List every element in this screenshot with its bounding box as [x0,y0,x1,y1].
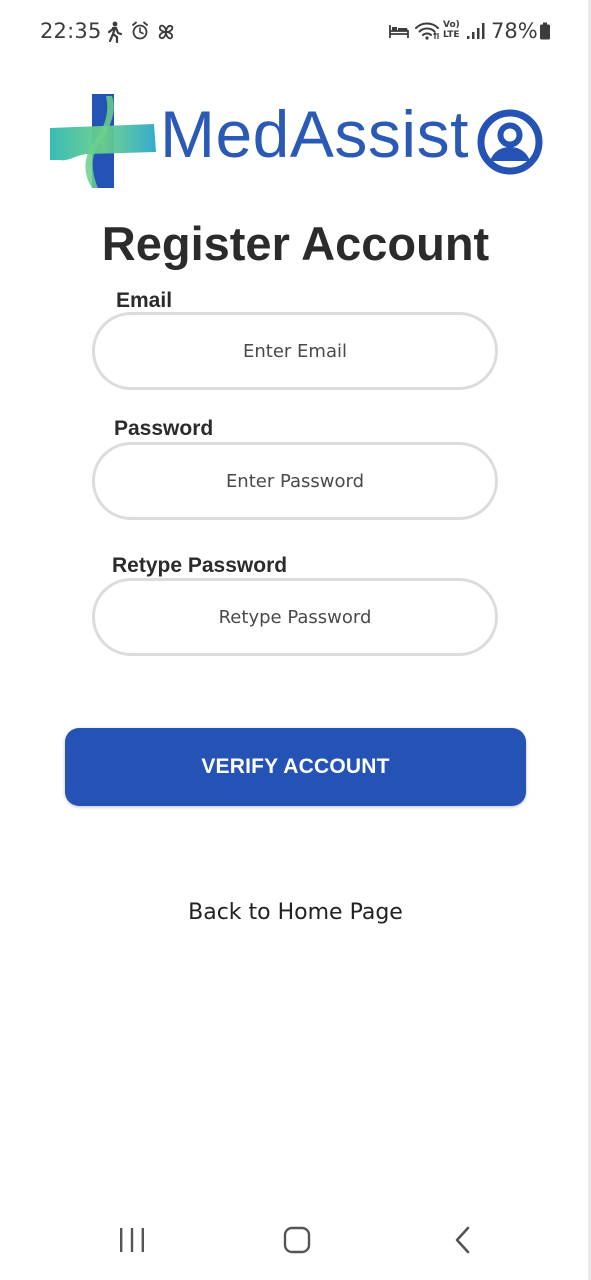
volte-icon: Vo) LTE [443,20,465,42]
password-label: Password [114,417,214,440]
status-bar: 22:35 Vo) LTE 78% [0,0,591,62]
volte-top-label: Vo) [443,20,460,30]
volte-bottom-label: LTE [443,30,460,40]
recent-apps-icon[interactable] [118,1222,146,1263]
logo-wordmark: MedAssist [160,97,469,171]
retype-password-label: Retype Password [112,554,288,577]
back-to-home-link[interactable]: Back to Home Page [0,900,591,925]
battery-icon [539,22,551,45]
retype-password-field[interactable] [92,578,498,656]
walking-icon [104,21,124,48]
password-field[interactable] [92,442,498,520]
register-screen: 22:35 Vo) LTE 78% MedAssist Register Acc… [0,0,591,1280]
signal-icon [466,22,486,45]
page-title: Register Account [101,217,490,270]
home-icon[interactable] [282,1222,312,1263]
alarm-icon [131,21,149,46]
email-field[interactable] [92,312,498,390]
system-nav-bar [0,1200,591,1280]
medical-cross-icon [48,92,158,197]
wifi-icon [414,21,440,46]
bed-icon [388,23,410,44]
verify-account-button[interactable]: VERIFY ACCOUNT [65,728,526,806]
status-time: 22:35 [40,19,102,43]
back-icon[interactable] [452,1222,474,1263]
battery-percent: 78% [491,19,538,43]
pinwheel-icon [155,21,177,48]
user-avatar-icon [476,108,544,181]
medassist-logo: MedAssist [48,92,548,192]
email-label: Email [116,289,173,312]
